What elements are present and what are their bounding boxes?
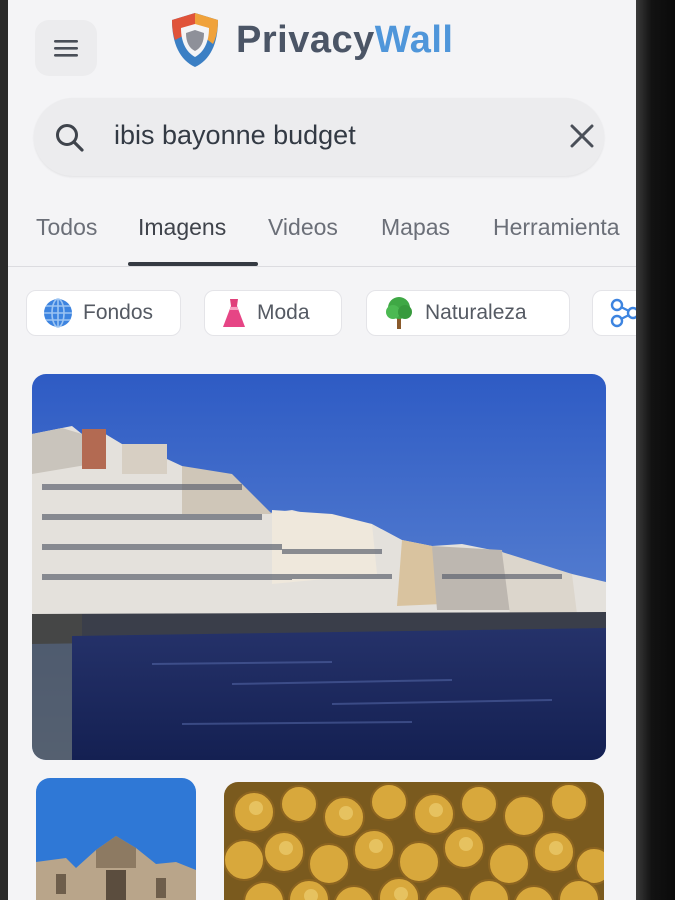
chip-fondos[interactable]: Fondos <box>26 290 181 336</box>
tab-imagens[interactable]: Imagens <box>138 214 226 241</box>
tab-todos[interactable]: Todos <box>36 214 97 241</box>
globe-icon <box>44 298 72 328</box>
chip-label: Naturaleza <box>425 301 527 324</box>
device-bezel-right <box>636 0 675 900</box>
riverfront-photo <box>32 374 606 760</box>
chip-naturaleza[interactable]: Naturaleza <box>366 290 570 336</box>
browser-screen: PrivacyWall ibis bayonne budget Todos Im… <box>8 0 638 900</box>
brand-name-part1: Privacy <box>236 18 375 61</box>
tab-videos[interactable]: Videos <box>268 214 338 241</box>
hamburger-icon <box>54 40 78 57</box>
cathedral-photo <box>36 778 196 900</box>
image-result-coins[interactable] <box>224 782 604 900</box>
menu-button[interactable] <box>35 20 97 76</box>
coins-photo <box>224 782 604 900</box>
image-result-riverfront[interactable] <box>32 374 606 760</box>
chip-moda[interactable]: Moda <box>204 290 342 336</box>
tree-icon <box>386 297 412 329</box>
image-result-cathedral[interactable] <box>36 778 196 900</box>
network-icon <box>610 298 636 328</box>
dress-icon <box>223 299 245 327</box>
search-icon[interactable] <box>54 122 86 154</box>
brand-name-part2: Wall <box>374 18 454 61</box>
brand-name: PrivacyWall <box>236 19 453 62</box>
search-input[interactable]: ibis bayonne budget <box>114 120 356 151</box>
tab-mapas[interactable]: Mapas <box>381 214 450 241</box>
tab-herramientas[interactable]: Herramienta <box>493 214 620 241</box>
chip-label: Moda <box>257 301 310 324</box>
device-bezel-left <box>0 0 8 900</box>
search-bar[interactable]: ibis bayonne budget <box>34 98 604 176</box>
shield-icon <box>172 13 218 67</box>
chip-label: Fondos <box>83 301 154 324</box>
brand-logo[interactable]: PrivacyWall <box>168 8 453 72</box>
tab-divider <box>8 266 636 267</box>
clear-icon[interactable] <box>568 122 596 150</box>
chip-more[interactable] <box>592 290 636 336</box>
